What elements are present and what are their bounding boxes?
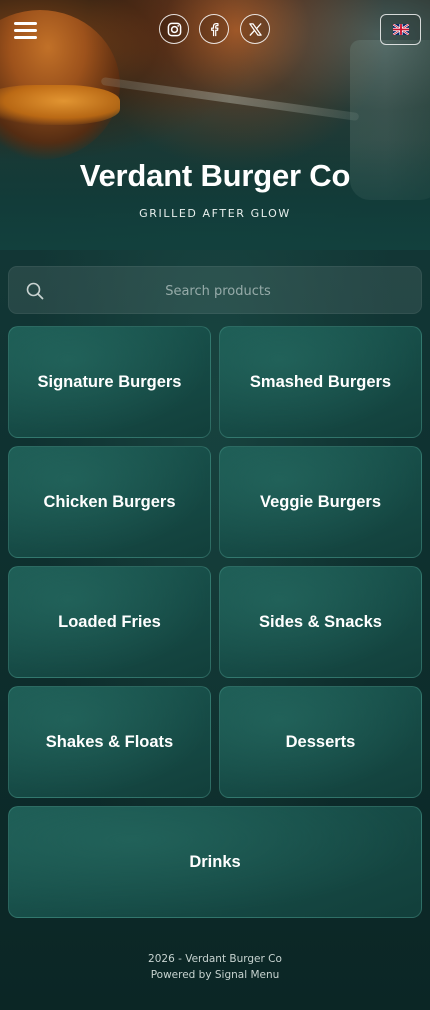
restaurant-name: Verdant Burger Co [79, 158, 351, 193]
category-card-sides-snacks[interactable]: Sides & Snacks [219, 566, 422, 678]
search-bar[interactable] [8, 266, 422, 315]
search-icon[interactable] [26, 282, 44, 300]
x-glyph [248, 22, 262, 36]
category-card-veggie-burgers[interactable]: Veggie Burgers [219, 446, 422, 558]
uk-flag-icon [392, 24, 409, 35]
facebook-glyph [210, 22, 219, 36]
footer-copyright: 2026 - Verdant Burger Co [148, 953, 282, 965]
category-card-smashed-burgers[interactable]: Smashed Burgers [219, 326, 422, 438]
category-card-shakes-floats[interactable]: Shakes & Floats [8, 686, 211, 798]
language-selector-button[interactable] [380, 14, 421, 45]
restaurant-tagline: GRILLED AFTER GLOW [139, 207, 291, 220]
search-input[interactable] [53, 267, 383, 315]
hero-fade [0, 140, 430, 250]
facebook-icon[interactable] [199, 14, 229, 44]
category-card-loaded-fries[interactable]: Loaded Fries [8, 566, 211, 678]
category-card-signature-burgers[interactable]: Signature Burgers [8, 326, 211, 438]
footer-powered-by: Powered by Signal Menu [150, 969, 280, 981]
category-card-desserts[interactable]: Desserts [219, 686, 422, 798]
category-card-drinks[interactable]: Drinks [8, 806, 422, 918]
menu-page: Verdant Burger Co GRILLED AFTER GLOW Sig… [0, 0, 430, 1010]
hero-cheese-graphic [0, 85, 120, 125]
x-twitter-icon[interactable] [240, 14, 270, 44]
hamburger-menu-icon[interactable] [14, 19, 38, 41]
instagram-icon[interactable] [159, 14, 189, 44]
instagram-glyph [167, 22, 181, 36]
hero-grill-graphic [100, 76, 360, 122]
category-card-chicken-burgers[interactable]: Chicken Burgers [8, 446, 211, 558]
